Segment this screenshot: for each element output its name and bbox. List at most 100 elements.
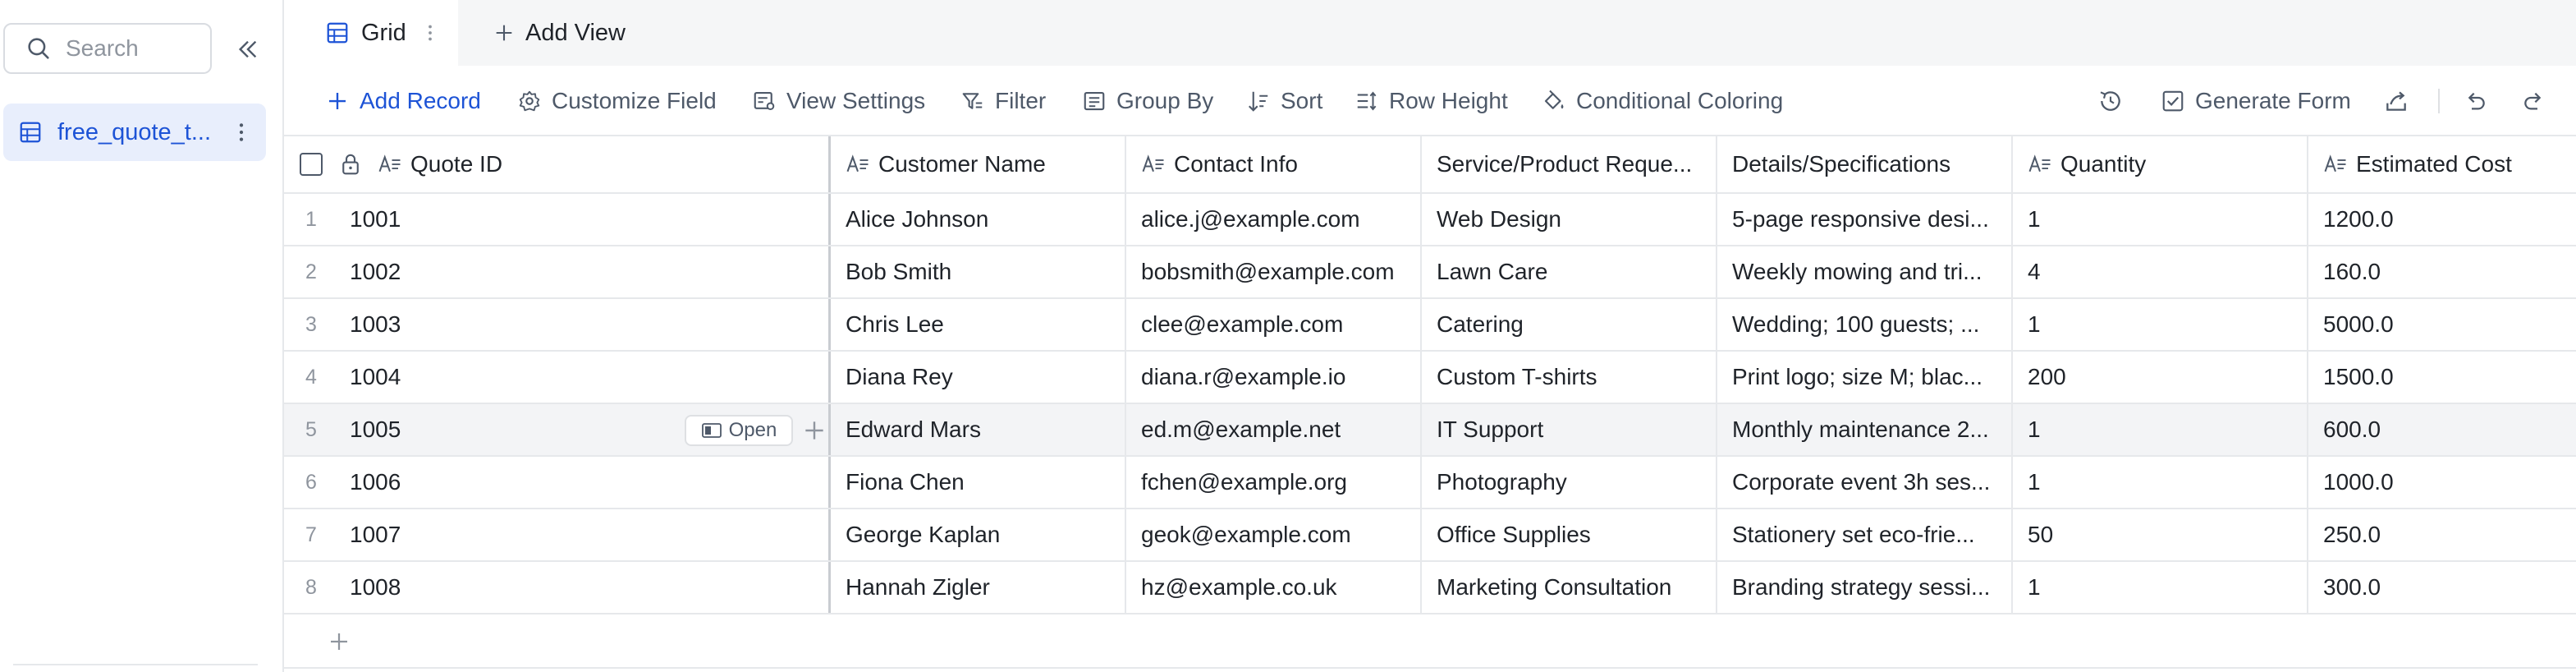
cell-contact-info[interactable]: hz@example.co.uk: [1126, 562, 1422, 613]
cell-quantity[interactable]: 1: [2013, 457, 2308, 508]
table-row[interactable]: 3 1003 Chris Lee clee@example.com Cateri…: [284, 299, 2576, 352]
cell-quantity[interactable]: 1: [2013, 562, 2308, 613]
cell-estimated-cost[interactable]: 1200.0: [2308, 194, 2576, 245]
toolbar-divider: [2438, 89, 2440, 113]
cell-service-product[interactable]: Lawn Care: [1422, 246, 1717, 297]
table-row[interactable]: 6 1006 Fiona Chen fchen@example.org Phot…: [284, 457, 2576, 509]
cell-customer-name[interactable]: Hannah Zigler: [831, 562, 1126, 613]
row-height-button[interactable]: Row Height: [1354, 66, 1508, 136]
cell-estimated-cost[interactable]: 1000.0: [2308, 457, 2576, 508]
cell-customer-name[interactable]: Chris Lee: [831, 299, 1126, 350]
filter-button[interactable]: Filter: [960, 66, 1046, 136]
cell-details[interactable]: Print logo; size M; blac...: [1717, 352, 2013, 403]
group-by-button[interactable]: Group By: [1082, 66, 1213, 136]
cell-details[interactable]: Monthly maintenance 2...: [1717, 404, 2013, 455]
select-all-checkbox[interactable]: [300, 153, 323, 176]
tab-grid[interactable]: Grid: [284, 0, 458, 66]
cell-estimated-cost[interactable]: 1500.0: [2308, 352, 2576, 403]
history-button[interactable]: [2097, 87, 2125, 115]
cell-quote-id[interactable]: 1002: [338, 246, 831, 297]
generate-form-button[interactable]: Generate Form: [2161, 66, 2351, 136]
table-row[interactable]: 1 1001 Alice Johnson alice.j@example.com…: [284, 194, 2576, 246]
cell-service-product[interactable]: Office Supplies: [1422, 509, 1717, 560]
column-header-quantity[interactable]: Quantity: [2013, 136, 2308, 192]
cell-contact-info[interactable]: clee@example.com: [1126, 299, 1422, 350]
cell-contact-info[interactable]: bobsmith@example.com: [1126, 246, 1422, 297]
cell-quantity[interactable]: 1: [2013, 404, 2308, 455]
sidebar-item-table[interactable]: free_quote_t...: [3, 104, 266, 161]
cell-quote-id[interactable]: 1003: [338, 299, 831, 350]
cell-service-product[interactable]: Photography: [1422, 457, 1717, 508]
cell-quote-id[interactable]: 1001: [338, 194, 831, 245]
open-record-button[interactable]: Open: [685, 415, 793, 446]
cell-quantity[interactable]: 1: [2013, 299, 2308, 350]
search-box[interactable]: [3, 23, 212, 74]
select-all-cell[interactable]: [284, 136, 338, 192]
share-button[interactable]: [2382, 87, 2410, 115]
cell-service-product[interactable]: IT Support: [1422, 404, 1717, 455]
cell-contact-info[interactable]: diana.r@example.io: [1126, 352, 1422, 403]
cell-service-product[interactable]: Catering: [1422, 299, 1717, 350]
cell-estimated-cost[interactable]: 5000.0: [2308, 299, 2576, 350]
cell-details[interactable]: Corporate event 3h ses...: [1717, 457, 2013, 508]
table-row[interactable]: 4 1004 Diana Rey diana.r@example.io Cust…: [284, 352, 2576, 404]
column-header-customer-name[interactable]: Customer Name: [831, 136, 1126, 192]
redo-button[interactable]: [2520, 87, 2548, 115]
cell-estimated-cost[interactable]: 300.0: [2308, 562, 2576, 613]
cell-customer-name[interactable]: Alice Johnson: [831, 194, 1126, 245]
view-settings-button[interactable]: View Settings: [752, 66, 925, 136]
column-header-details[interactable]: Details/Specifications: [1717, 136, 2013, 192]
divider: [13, 664, 258, 665]
undo-button[interactable]: [2461, 87, 2489, 115]
cell-estimated-cost[interactable]: 600.0: [2308, 404, 2576, 455]
cell-contact-info[interactable]: alice.j@example.com: [1126, 194, 1422, 245]
cell-quantity[interactable]: 1: [2013, 194, 2308, 245]
cell-service-product[interactable]: Custom T-shirts: [1422, 352, 1717, 403]
collapse-sidebar-button[interactable]: [231, 33, 264, 66]
cell-customer-name[interactable]: Fiona Chen: [831, 457, 1126, 508]
cell-contact-info[interactable]: ed.m@example.net: [1126, 404, 1422, 455]
cell-customer-name[interactable]: Bob Smith: [831, 246, 1126, 297]
cell-quote-id[interactable]: 1008: [338, 562, 831, 613]
customize-field-button[interactable]: Customize Field: [517, 66, 717, 136]
cell-contact-info[interactable]: geok@example.com: [1126, 509, 1422, 560]
plus-icon[interactable]: [801, 417, 827, 444]
sort-button[interactable]: Sort: [1246, 66, 1322, 136]
cell-quantity[interactable]: 200: [2013, 352, 2308, 403]
add-view-button[interactable]: Add View: [493, 0, 626, 66]
cell-customer-name[interactable]: Edward Mars: [831, 404, 1126, 455]
cell-quote-id[interactable]: 1004: [338, 352, 831, 403]
search-input[interactable]: [64, 35, 204, 62]
column-header-estimated-cost[interactable]: Estimated Cost: [2308, 136, 2576, 192]
cell-estimated-cost[interactable]: 250.0: [2308, 509, 2576, 560]
cell-quote-id[interactable]: 1007: [338, 509, 831, 560]
add-row-bar[interactable]: [284, 614, 2576, 669]
cell-details[interactable]: Wedding; 100 guests; ...: [1717, 299, 2013, 350]
cell-customer-name[interactable]: Diana Rey: [831, 352, 1126, 403]
column-header-service-product[interactable]: Service/Product Reque...: [1422, 136, 1717, 192]
cell-quote-id[interactable]: 1006: [338, 457, 831, 508]
cell-service-product[interactable]: Marketing Consultation: [1422, 562, 1717, 613]
cell-details[interactable]: Stationery set eco-frie...: [1717, 509, 2013, 560]
table-row[interactable]: 5 1005 Open Edward Mars ed.m@example.net…: [284, 404, 2576, 457]
cell-service-product[interactable]: Web Design: [1422, 194, 1717, 245]
cell-details[interactable]: Weekly mowing and tri...: [1717, 246, 2013, 297]
cell-customer-name[interactable]: George Kaplan: [831, 509, 1126, 560]
more-vertical-icon[interactable]: [228, 119, 254, 145]
cell-estimated-cost[interactable]: 160.0: [2308, 246, 2576, 297]
column-header-contact-info[interactable]: Contact Info: [1126, 136, 1422, 192]
column-header-quote-id[interactable]: Quote ID: [338, 136, 831, 192]
table-row[interactable]: 2 1002 Bob Smith bobsmith@example.com La…: [284, 246, 2576, 299]
table-row[interactable]: 8 1008 Hannah Zigler hz@example.co.uk Ma…: [284, 562, 2576, 614]
cell-quantity[interactable]: 50: [2013, 509, 2308, 560]
cell-quantity[interactable]: 4: [2013, 246, 2308, 297]
conditional-coloring-button[interactable]: Conditional Coloring: [1542, 66, 1783, 136]
table-row[interactable]: 7 1007 George Kaplan geok@example.com Of…: [284, 509, 2576, 562]
cell-details[interactable]: 5-page responsive desi...: [1717, 194, 2013, 245]
plus-icon[interactable]: [327, 629, 351, 654]
cell-contact-info[interactable]: fchen@example.org: [1126, 457, 1422, 508]
cell-details[interactable]: Branding strategy sessi...: [1717, 562, 2013, 613]
add-record-label: Add Record: [360, 88, 481, 113]
add-record-button[interactable]: Add Record: [325, 66, 481, 136]
more-vertical-icon[interactable]: [421, 21, 439, 45]
